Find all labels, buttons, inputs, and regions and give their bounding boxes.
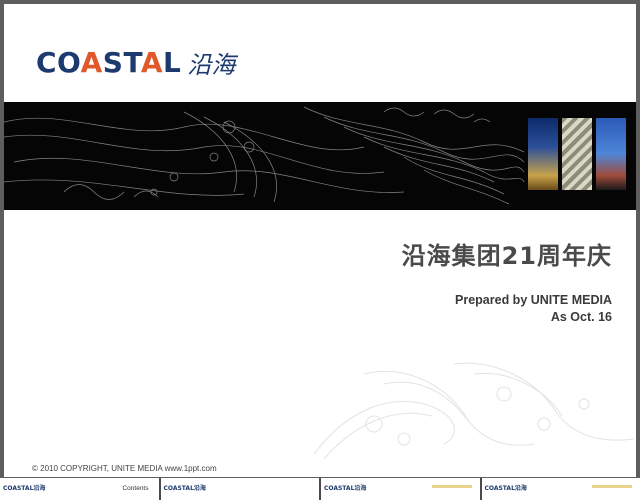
slide-frame: COASTAL 沿海 沿海集团21周年庆 Prepared by UNITE M… [0, 0, 640, 500]
building-photo [528, 118, 558, 190]
sky-photo [596, 118, 626, 190]
date-text: As Oct. 16 [550, 310, 612, 324]
thumbnail-logo: COASTAL沿海 [484, 485, 527, 492]
thumbnail-slide[interactable]: COASTAL沿海 [160, 478, 319, 500]
architecture-photo [562, 118, 592, 190]
prepared-by-text: Prepared by UNITE MEDIA [455, 293, 612, 307]
background-wave-icon [313, 362, 635, 460]
logo-chinese: 沿海 [187, 50, 236, 79]
thumbnail-strip: COASTAL沿海 Contents COASTAL沿海 COASTAL沿海 C… [0, 478, 640, 500]
slide-title: 沿海集团21周年庆 [401, 242, 612, 270]
logo-wordmark: COASTAL [36, 45, 182, 79]
thumbnail-accent-bar [592, 485, 632, 488]
copyright-text: © 2010 COPYRIGHT, UNITE MEDIA www.1ppt.c… [32, 464, 217, 473]
photo-strip [528, 118, 626, 190]
thumbnail-slide[interactable]: COASTAL沿海 [481, 478, 640, 500]
slide-canvas: COASTAL 沿海 沿海集团21周年庆 Prepared by UNITE M… [4, 4, 636, 477]
thumbnail-logo: COASTAL沿海 [163, 485, 206, 492]
coastal-logo: COASTAL 沿海 [36, 44, 235, 80]
thumbnail-logo: COASTAL沿海 [324, 485, 367, 492]
thumbnail-logo: COASTAL沿海 [3, 485, 46, 492]
thumbnail-label: Contents [122, 485, 149, 492]
thumbnail-slide[interactable]: COASTAL沿海 Contents [0, 478, 159, 500]
thumbnail-accent-bar [431, 485, 472, 488]
header-banner [4, 102, 636, 210]
thumbnail-slide[interactable]: COASTAL沿海 [321, 478, 480, 500]
prepared-block: Prepared by UNITE MEDIA As Oct. 16 [455, 292, 612, 326]
